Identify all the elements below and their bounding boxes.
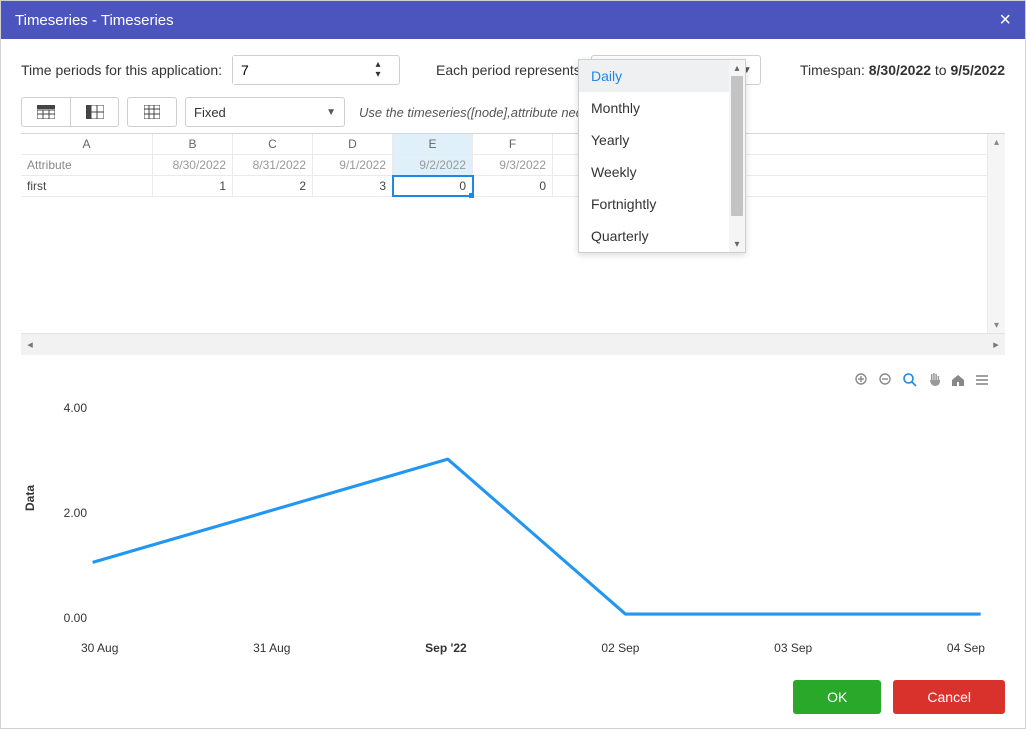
period-dropdown-list: DailyMonthlyYearlyWeeklyFortnightlyQuart… (579, 60, 745, 252)
grid-single-group (127, 97, 177, 127)
date-cell-d[interactable]: 9/1/2022 (313, 155, 393, 175)
grid-icon[interactable] (128, 98, 176, 126)
dialog-body: Time periods for this application: ▴ ▾ E… (1, 39, 1025, 671)
spinner-down-icon[interactable]: ▾ (376, 71, 381, 79)
date-cell-f[interactable]: 9/3/2022 (473, 155, 553, 175)
timespan-end: 9/5/2022 (951, 62, 1006, 78)
data-cell-f[interactable]: 0 (473, 176, 553, 196)
dialog-title: Timeseries - Timeseries (15, 12, 174, 29)
spinner-up-icon[interactable]: ▴ (376, 61, 381, 69)
data-cell-b[interactable]: 1 (153, 176, 233, 196)
data-grid-wrap: A B C D E F Attribute 8/30/2022 8/31/202… (21, 133, 1005, 333)
data-cell-d[interactable]: 3 (313, 176, 393, 196)
dd-scroll-up-icon[interactable]: ▴ (729, 60, 745, 76)
mode-combo-value: Fixed (194, 105, 226, 120)
period-option-daily[interactable]: Daily (579, 60, 745, 92)
timespan-label: Timespan: 8/30/2022 to 9/5/2022 (800, 62, 1005, 78)
config-row: Time periods for this application: ▴ ▾ E… (21, 55, 1005, 85)
each-period-label: Each period represents (436, 62, 581, 78)
date-cell-c[interactable]: 8/31/2022 (233, 155, 313, 175)
date-cell-b[interactable]: 8/30/2022 (153, 155, 233, 175)
vscroll-track[interactable] (988, 150, 1005, 317)
dialog-footer: OK Cancel (793, 680, 1005, 714)
pan-icon[interactable] (925, 371, 943, 389)
xtick: 04 Sep (947, 641, 985, 655)
timespan-start: 8/30/2022 (869, 62, 931, 78)
data-cell-e-active[interactable]: 0 (393, 176, 473, 196)
zoom-in-icon[interactable] (853, 371, 871, 389)
data-cell-c[interactable]: 2 (233, 176, 313, 196)
period-option-monthly[interactable]: Monthly (579, 92, 745, 124)
grid-header-col-icon[interactable] (70, 98, 118, 126)
timeseries-dialog: Timeseries - Timeseries × Time periods f… (0, 0, 1026, 729)
dropdown-scroll[interactable]: ▴ ▾ (729, 60, 745, 252)
chart-area: Data 4.00 2.00 0.00 30 Aug31 AugSep '220… (21, 371, 1005, 671)
data-grid[interactable]: A B C D E F Attribute 8/30/2022 8/31/202… (21, 134, 987, 333)
dd-scroll-down-icon[interactable]: ▾ (729, 236, 745, 252)
periods-input[interactable] (233, 56, 363, 84)
cancel-button[interactable]: Cancel (893, 680, 1005, 714)
chart-ylabel: Data (23, 485, 37, 511)
periods-spinner[interactable]: ▴ ▾ (232, 55, 400, 85)
col-header-E[interactable]: E (393, 134, 473, 154)
xtick: 02 Sep (601, 641, 639, 655)
header-toggle-group (21, 97, 119, 127)
grid-data-row: first 1 2 3 0 0 (21, 176, 987, 197)
xtick: Sep '22 (425, 641, 467, 655)
grid-header-row-icon[interactable] (22, 98, 70, 126)
zoom-out-icon[interactable] (877, 371, 895, 389)
scroll-down-icon[interactable]: ▾ (988, 317, 1005, 333)
period-option-weekly[interactable]: Weekly (579, 156, 745, 188)
hamburger-icon[interactable] (973, 371, 991, 389)
toolbar-row: Fixed ▼ Use the timeseries([node],attrib… (21, 97, 1005, 127)
chart-toolbar (853, 371, 991, 389)
period-option-fortnightly[interactable]: Fortnightly (579, 188, 745, 220)
scroll-right-icon[interactable]: ▸ (987, 338, 1005, 351)
chart-svg[interactable] (41, 391, 991, 659)
row-label-first[interactable]: first (21, 176, 153, 196)
col-header-D[interactable]: D (313, 134, 393, 154)
scroll-left-icon[interactable]: ◂ (21, 338, 39, 351)
col-header-F[interactable]: F (473, 134, 553, 154)
timespan-prefix: Timespan: (800, 62, 869, 78)
col-header-C[interactable]: C (233, 134, 313, 154)
grid-date-row: Attribute 8/30/2022 8/31/2022 9/1/2022 9… (21, 155, 987, 176)
grid-hscroll[interactable]: ◂ ▸ (21, 333, 1005, 355)
period-option-quarterly[interactable]: Quarterly (579, 220, 745, 252)
period-option-yearly[interactable]: Yearly (579, 124, 745, 156)
xtick: 30 Aug (81, 641, 118, 655)
xtick: 03 Sep (774, 641, 812, 655)
date-cell-e[interactable]: 9/2/2022 (393, 155, 473, 175)
hscroll-track[interactable] (39, 334, 987, 355)
timespan-to: to (931, 62, 950, 78)
period-dropdown: DailyMonthlyYearlyWeeklyFortnightlyQuart… (578, 59, 746, 253)
col-header-A[interactable]: A (21, 134, 153, 154)
spinner-arrows: ▴ ▾ (363, 61, 393, 79)
xtick: 31 Aug (253, 641, 290, 655)
col-header-B[interactable]: B (153, 134, 233, 154)
zoom-rect-icon[interactable] (901, 371, 919, 389)
grid-col-header-row: A B C D E F (21, 134, 987, 155)
titlebar: Timeseries - Timeseries × (1, 1, 1025, 39)
chart-xticks: 30 Aug 31 Aug Sep '22 02 Sep 03 Sep 04 Sep (81, 641, 985, 655)
grid-vscroll[interactable]: ▴ ▾ (987, 134, 1005, 333)
home-icon[interactable] (949, 371, 967, 389)
dd-scroll-thumb[interactable] (731, 76, 743, 216)
caret-down-icon: ▼ (326, 107, 336, 118)
ok-button[interactable]: OK (793, 680, 881, 714)
periods-label: Time periods for this application: (21, 62, 222, 78)
scroll-up-icon[interactable]: ▴ (988, 134, 1005, 150)
row-label-attribute[interactable]: Attribute (21, 155, 153, 175)
mode-combo[interactable]: Fixed ▼ (185, 97, 345, 127)
close-icon[interactable]: × (999, 10, 1011, 30)
